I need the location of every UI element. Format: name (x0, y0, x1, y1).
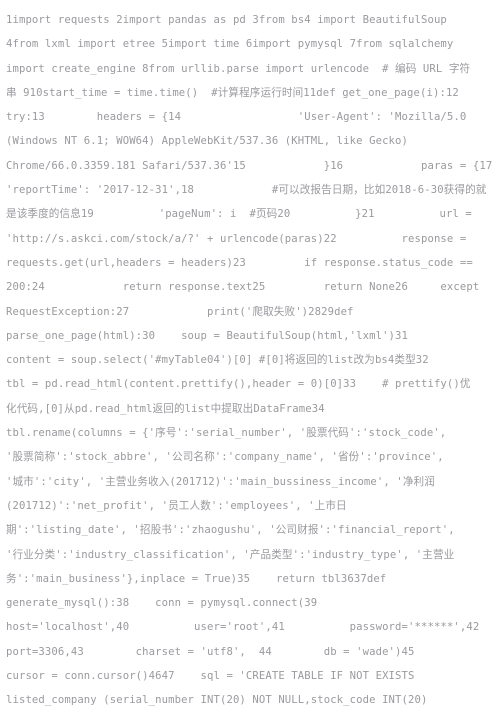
code-line: content = soup.select('#myTable04')[0] #… (6, 354, 429, 367)
code-line: (201712)':'net_profit', '员工人数':'employee… (6, 499, 347, 512)
code-line: host='localhost',40 user='root',41 passw… (6, 621, 480, 634)
code-line: (Windows NT 6.1; WOW64) AppleWebKit/537.… (6, 135, 409, 148)
code-line: parse_one_page(html):30 soup = Beautiful… (6, 329, 409, 342)
code-line: tbl.rename(columns = {'序号':'serial_numbe… (6, 427, 447, 440)
code-snippet-block: 1import requests 2import pandas as pd 3f… (0, 0, 500, 706)
code-line: 4from lxml import etree 5import time 6im… (6, 38, 454, 51)
code-line: Chrome/66.0.3359.181 Safari/537.36'15 }1… (6, 159, 493, 172)
code-line: generate_mysql():38 conn = pymysql.conne… (6, 597, 318, 610)
code-line: import create_engine 8from urllib.parse … (6, 62, 471, 75)
code-line: 'reportTime': '2017-12-31',18 #可以改报告日期，比… (6, 184, 487, 197)
code-line: 化代码,[0]从pd.read_html返回的list中提取出DataFrame… (6, 402, 325, 415)
code-line: 串 910start_time = time.time() #计算程序运行时间1… (6, 86, 459, 99)
code-line: 期':'listing_date', '招股书':'zhaogushu', '公… (6, 524, 455, 537)
code-line: '行业分类':'industry_classification', '产品类型'… (6, 548, 455, 561)
code-line: 是该季度的信息19 'pageNum': i #页码20 }21 url = (6, 208, 472, 221)
code-line: listed_company (serial_number INT(20) NO… (6, 694, 428, 707)
code-line: tbl = pd.read_html(content.prettify(),he… (6, 378, 471, 391)
code-line: '城市':'city', '主营业务收入(201712)':'main_buss… (6, 475, 435, 488)
code-line: try:13 headers = {14 'User-Agent': 'Mozi… (6, 111, 467, 124)
code-line: 务':'main_business'},inplace = True)35 re… (6, 572, 387, 585)
code-line: RequestException:27 print('爬取失败')2829def (6, 305, 354, 318)
code-line: '股票简称':'stock_abbre', '公司名称':'company_na… (6, 451, 444, 464)
code-line: requests.get(url,headers = headers)23 if… (6, 256, 473, 269)
code-line: 1import requests 2import pandas as pd 3f… (6, 14, 447, 26)
code-line: port=3306,43 charset = 'utf8', 44 db = '… (6, 645, 415, 658)
code-line: 'http://s.askci.com/stock/a/?' + urlenco… (6, 232, 467, 245)
code-line: 200:24 return response.text25 return Non… (6, 281, 480, 294)
code-line: cursor = conn.cursor()4647 sql = 'CREATE… (6, 670, 415, 683)
